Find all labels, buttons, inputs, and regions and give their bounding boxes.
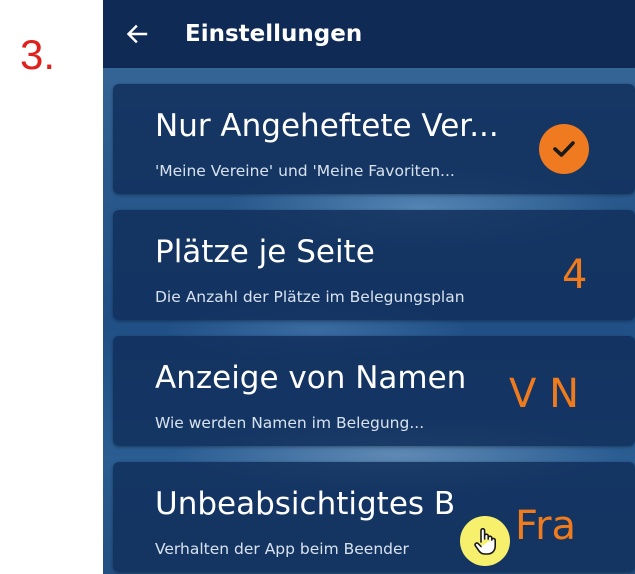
setting-title: Anzeige von Namen [155, 360, 467, 396]
hand-pointer-icon [460, 516, 510, 566]
setting-name-display[interactable]: Anzeige von Namen Wie werden Namen im Be… [113, 336, 635, 446]
setting-pinned-only[interactable]: Nur Angeheftete Ver... 'Meine Vereine' u… [113, 84, 635, 194]
setting-title: Unbeabsichtigtes B [155, 486, 456, 522]
arrow-left-icon [126, 24, 148, 44]
setting-title: Plätze je Seite [155, 234, 375, 270]
setting-subtitle: Die Anzahl der Plätze im Belegungsplan [155, 288, 465, 306]
setting-title: Nur Angeheftete Ver... [155, 108, 499, 144]
page-title: Einstellungen [185, 21, 363, 47]
setting-subtitle: 'Meine Vereine' und 'Meine Favoriten... [155, 162, 455, 180]
setting-unintended-exit[interactable]: Unbeabsichtigtes B Verhalten der App bei… [113, 462, 635, 572]
check-circle-icon[interactable] [539, 124, 589, 174]
app-bar: Einstellungen [103, 0, 635, 68]
setting-value: V N [509, 371, 579, 417]
setting-courts-per-page[interactable]: Plätze je Seite Die Anzahl der Plätze im… [113, 210, 635, 320]
setting-subtitle: Verhalten der App beim Beender [155, 540, 409, 558]
checkmark-icon [553, 141, 575, 157]
setting-value: 4 [562, 252, 588, 298]
setting-value: Fra [515, 503, 577, 549]
setting-subtitle: Wie werden Namen im Belegung... [155, 414, 425, 432]
phone-screen: Einstellungen Nur Angeheftete Ver... 'Me… [103, 0, 635, 574]
back-button[interactable] [111, 8, 163, 60]
step-number-label: 3. [20, 31, 56, 78]
